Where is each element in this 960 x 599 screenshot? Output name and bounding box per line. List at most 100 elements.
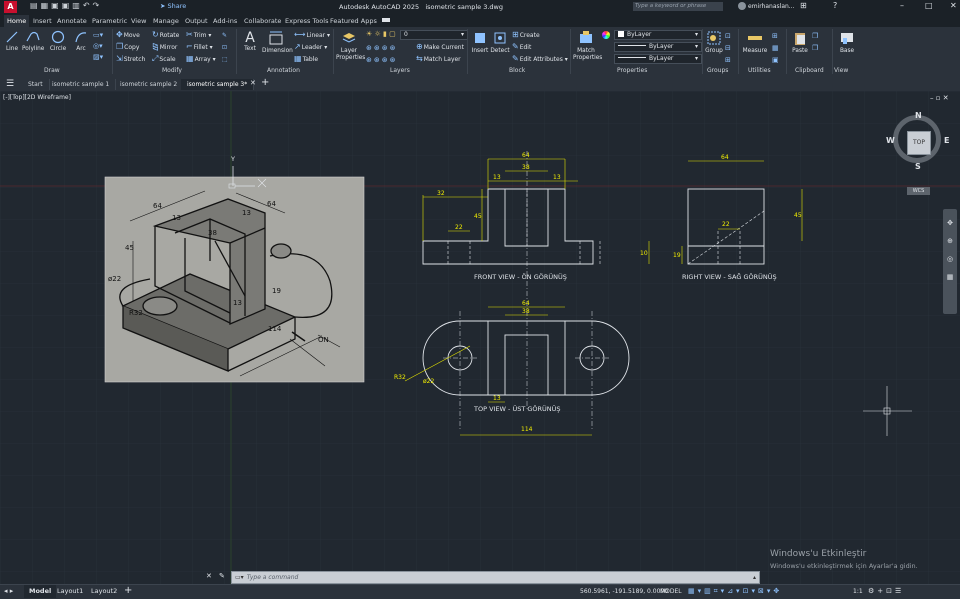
tab-output[interactable]: Output [182,16,211,26]
pan-icon[interactable]: ✥ [943,219,957,227]
modify-extra-icons[interactable]: ✎ ⊡ ⬚ [222,30,228,66]
detect-button[interactable]: Detect [490,30,510,54]
edit-block-button[interactable]: ✎Edit [512,42,531,51]
edit-attributes-button[interactable]: ✎Edit Attributes ▾ [512,54,568,63]
user-name[interactable]: emirhanaslan... [748,3,795,10]
save-icon[interactable]: ▣ [51,1,62,10]
properties-panel-label[interactable]: Properties [617,67,647,74]
clipboard-panel-label[interactable]: Clipboard [795,67,824,74]
plot-icon[interactable]: ▥ [72,1,83,10]
status-right-icons[interactable]: ⚙+⊡☰ [868,587,904,595]
doc-tab-close-icon[interactable]: ✕ [250,79,256,87]
menu-icon[interactable]: ☰ [6,79,14,89]
annotation-scale[interactable]: 1:1 [853,588,863,595]
tab-add-ins[interactable]: Add-ins [210,16,240,26]
ribbon-options-icon[interactable] [382,18,390,22]
compass-s[interactable]: S [915,162,921,171]
command-line-close-icon[interactable]: ✕ [206,572,212,580]
viewcube-top-face[interactable]: TOP [907,131,931,155]
color-wheel-icon[interactable] [602,31,610,39]
layout-nav-arrows[interactable]: ◂ ▸ [4,587,13,595]
maximize-button[interactable]: □ [925,1,933,10]
scale-button[interactable]: ⤢Scale [152,54,176,64]
new-file-icon[interactable]: ▤ [30,1,41,10]
doc-tab-sample-2[interactable]: isometric sample 2 [114,79,185,90]
tab-parametric[interactable]: Parametric [89,16,130,26]
new-tab-button[interactable]: + [261,77,269,88]
layout-tab-layout1[interactable]: Layout1 [57,585,83,598]
coordinates-readout[interactable]: 560.5961, -191.5189, 0.0000 [580,588,668,595]
layout-tab-layout2[interactable]: Layout2 [91,585,117,598]
viewport-window-controls[interactable]: – ▫ ✕ [930,94,949,102]
cart-icon[interactable]: ⊞ [800,1,807,10]
status-tools-icons[interactable]: ▦▾▥⌗▾⊿▾⊡▾⊠▾✥ [688,587,782,596]
fillet-button[interactable]: ⌐Fillet ▾ [186,42,213,51]
tab-annotate[interactable]: Annotate [54,16,90,26]
command-input[interactable]: ▭▾ Type a command ▴ [231,571,760,584]
groups-panel-label[interactable]: Groups [707,67,728,74]
mirror-button[interactable]: ⧎Mirror [152,42,177,51]
isometric-reference-image[interactable]: 64 13 38 13 64 45 ø22 R32 13 19 114 ÖN [104,176,365,383]
showmotion-icon[interactable]: ▦ [943,273,957,281]
arc-button[interactable]: Arc [72,30,90,52]
help-icon[interactable]: ? [833,1,837,10]
match-layer-button[interactable]: ⇆Match Layer [416,54,461,63]
base-view-button[interactable]: Base [837,30,857,54]
insert-button[interactable]: Insert [470,30,490,54]
doc-tab-sample-3[interactable]: isometric sample 3* [181,79,255,90]
copy-button[interactable]: ❐Copy [116,42,139,51]
wcs-menu[interactable]: WCS [907,187,930,195]
compass-n[interactable]: N [915,111,922,120]
layout-tab-model[interactable]: Model [24,585,57,598]
rotate-button[interactable]: ↻Rotate [152,30,179,39]
text-button[interactable]: A Text [242,30,258,52]
layer-properties-button[interactable]: Layer Properties [336,30,365,62]
trim-button[interactable]: ✂Trim ▾ [186,30,211,39]
dimension-button[interactable]: Dimension [262,30,293,54]
move-button[interactable]: ✥Move [116,30,140,39]
linetype-dropdown[interactable]: ByLayer ▾ [614,42,702,52]
tab-featured-apps[interactable]: Featured Apps [327,16,380,26]
save-as-icon[interactable]: ▣ [62,1,73,10]
open-file-icon[interactable]: ▦ [41,1,52,10]
share-button[interactable]: ➤ Share [160,2,186,10]
compass-w[interactable]: W [886,136,895,145]
zoom-icon[interactable]: ⊕ [943,237,957,245]
doc-tab-sample-1[interactable]: isometric sample 1 [46,79,117,90]
layers-panel-label[interactable]: Layers [390,67,410,74]
color-dropdown[interactable]: ByLayer ▾ [614,30,702,40]
app-logo[interactable]: A [4,1,17,13]
linear-button[interactable]: ⟷Linear ▾ [294,30,330,39]
user-icon[interactable] [738,2,746,10]
layer-dropdown[interactable]: 0 ▾ [400,30,468,40]
draw-extra-icons[interactable]: ▭▾ ◎▾ ▨▾ [93,30,103,63]
table-button[interactable]: ▦Table [294,54,318,63]
undo-icon[interactable]: ↶ [83,1,93,10]
viewport-controls[interactable]: [-][Top][2D Wireframe] [3,94,71,101]
command-history-icon[interactable]: ▭▾ [232,574,247,581]
orbit-icon[interactable]: ◎ [943,255,957,263]
clipboard-tools-icons[interactable]: ❐ ❐ [812,30,818,54]
tab-manage[interactable]: Manage [150,16,182,26]
modify-panel-label[interactable]: Modify [162,67,182,74]
command-line-settings-icon[interactable]: ✎ [219,572,225,580]
annotation-panel-label[interactable]: Annotation [267,67,300,74]
add-layout-button[interactable]: + [124,585,132,596]
measure-button[interactable]: Measure [742,30,768,54]
make-current-button[interactable]: ⊕Make Current [416,42,464,51]
redo-icon[interactable]: ↷ [93,1,103,10]
lineweight-dropdown[interactable]: ByLayer ▾ [614,54,702,64]
block-panel-label[interactable]: Block [509,67,525,74]
line-button[interactable]: Line [4,30,20,52]
leader-button[interactable]: ↗Leader ▾ [294,42,327,51]
create-block-button[interactable]: ⊞Create [512,30,540,39]
model-space-button[interactable]: MODEL [660,588,682,595]
layer-tools-icons[interactable]: ⊛⊛⊛⊛ ⊛⊛⊛⊛ [366,42,397,66]
tab-view[interactable]: View [128,16,149,26]
polyline-button[interactable]: Polyline [22,30,44,52]
utilities-tools-icons[interactable]: ⊞ ▦ ▣ [772,30,779,66]
match-properties-button[interactable]: Match Properties [573,30,602,62]
array-button[interactable]: ▦Array ▾ [186,54,216,63]
group-tools-icons[interactable]: ⊡ ⊟ ⊞ [725,30,731,66]
paste-button[interactable]: Paste [790,30,810,54]
